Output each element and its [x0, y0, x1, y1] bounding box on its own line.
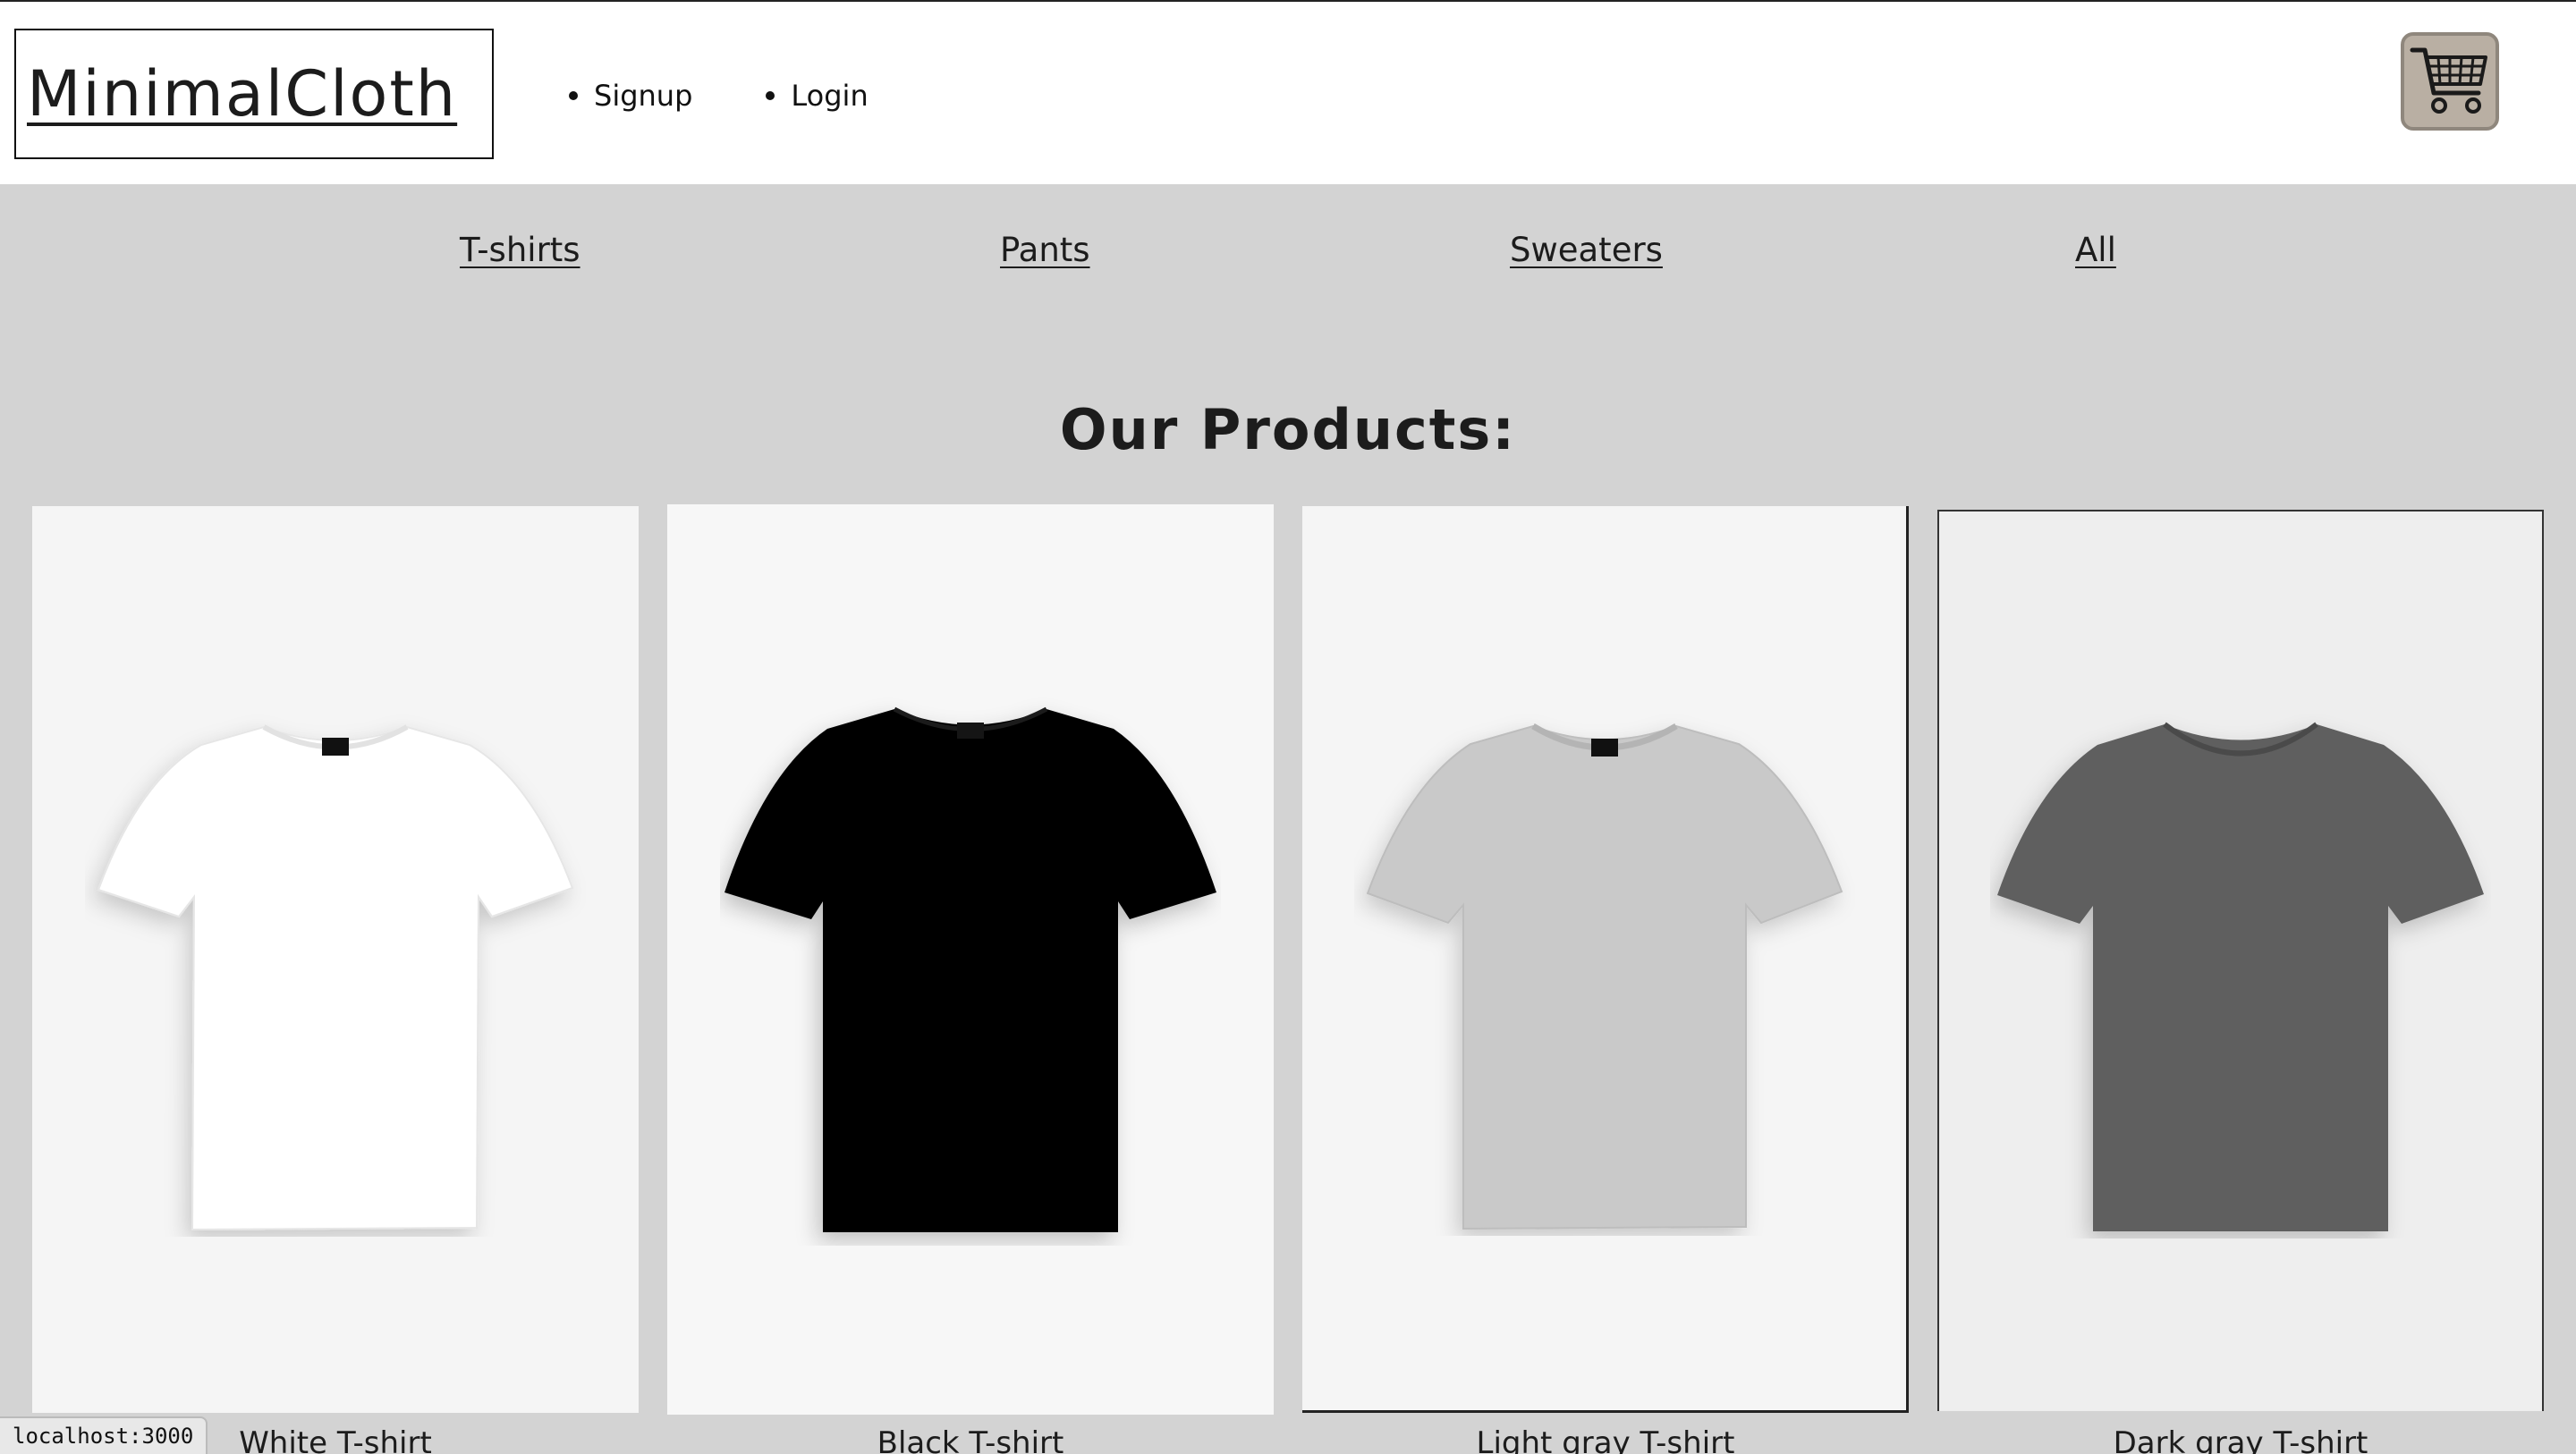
logo[interactable]: MinimalCloth — [27, 57, 457, 131]
category-sweaters[interactable]: Sweaters — [1510, 231, 1663, 269]
product-card-dark-gray[interactable] — [1937, 510, 2544, 1411]
bullet-icon — [766, 91, 775, 100]
product-card-black[interactable] — [667, 504, 1274, 1415]
login-link[interactable]: Login — [766, 79, 869, 113]
light-gray-tshirt-image — [1366, 723, 1843, 1230]
black-tshirt-image — [724, 706, 1216, 1232]
category-pants[interactable]: Pants — [1000, 231, 1090, 269]
product-card-white[interactable] — [32, 506, 639, 1413]
product-name-dark-gray[interactable]: Dark gray T-shirt — [1937, 1425, 2544, 1454]
shopping-cart-icon — [2410, 47, 2487, 114]
product-card-light-gray[interactable] — [1302, 506, 1909, 1413]
login-label[interactable]: Login — [791, 79, 868, 113]
page: MinimalCloth Signup Login T-shirts Pants… — [0, 0, 2576, 1454]
product-name-light-gray[interactable]: Light gray T-shirt — [1302, 1425, 1909, 1454]
auth-nav: Signup Login — [569, 73, 942, 118]
cart-button[interactable] — [2401, 32, 2499, 131]
logo-box[interactable]: MinimalCloth — [14, 29, 494, 159]
signup-label[interactable]: Signup — [594, 79, 692, 113]
category-all[interactable]: All — [2075, 231, 2116, 269]
dark-gray-tshirt-image — [1997, 722, 2484, 1231]
signup-link[interactable]: Signup — [569, 79, 692, 113]
link-status-bar: localhost:3000 — [0, 1416, 208, 1454]
white-tshirt-image — [97, 724, 574, 1231]
products-title: Our Products: — [1059, 397, 1517, 462]
product-name-black[interactable]: Black T-shirt — [667, 1425, 1274, 1454]
site-header: MinimalCloth Signup Login — [0, 0, 2576, 184]
bullet-icon — [569, 91, 578, 100]
category-tshirts[interactable]: T-shirts — [460, 231, 580, 269]
